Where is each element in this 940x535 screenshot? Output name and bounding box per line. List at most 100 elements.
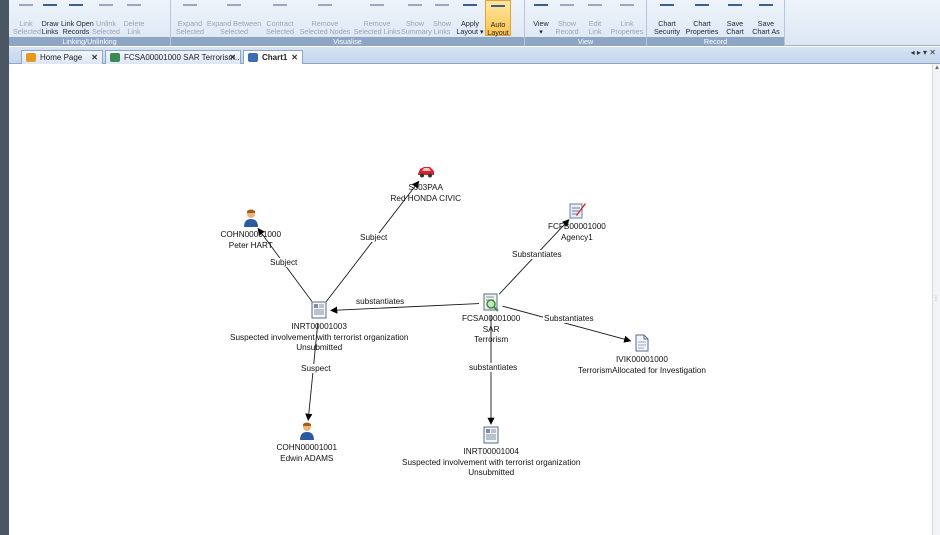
node-description: Unsubmitted: [468, 468, 515, 477]
ribbon-button-icon: [660, 0, 674, 6]
car-icon[interactable]: [416, 161, 436, 181]
ribbon-button-icon: [99, 0, 113, 6]
ribbon-button-save-chart-as[interactable]: Save Chart As: [749, 0, 783, 36]
chart-node-inrt1004[interactable]: INRT00001004 Suspected involvement with t…: [402, 425, 580, 479]
vertical-scrollbar[interactable]: ▲ ⁞: [932, 64, 940, 535]
ribbon-button-view[interactable]: View ▾: [529, 0, 553, 36]
node-reference: FCSA00001000: [462, 314, 521, 323]
ribbon-button-icon: [560, 0, 574, 6]
ribbon-button-icon: [183, 0, 197, 6]
ribbon-button-auto-layout[interactable]: Auto Layout: [485, 0, 511, 37]
tab-close-icon[interactable]: ✕: [91, 51, 98, 64]
ribbon-button-expand-between-selected[interactable]: Expand Between Selected: [205, 0, 263, 36]
ribbon-button-icon: [435, 0, 449, 6]
person-icon[interactable]: [297, 421, 317, 441]
report-icon[interactable]: [481, 425, 501, 445]
file-icon[interactable]: [632, 333, 652, 353]
ribbon-button-remove-selected-nodes[interactable]: Remove Selected Nodes: [297, 0, 353, 36]
link-label[interactable]: Substantiates: [543, 314, 595, 323]
ribbon-button-label: Show Links: [433, 19, 451, 36]
ribbon-button-label: Chart Properties: [685, 19, 719, 36]
chart-node-inrt1003[interactable]: INRT00001003 Suspected involvement with t…: [230, 300, 408, 354]
ribbon-button-edit-link[interactable]: Edit Link: [581, 0, 609, 36]
chart-node-ivik[interactable]: IVIK00001000 TerrorismAllocated for Inves…: [578, 333, 706, 376]
tab-close-icon[interactable]: ✕: [229, 51, 236, 64]
ribbon-button-expand-selected[interactable]: Expand Selected: [175, 0, 205, 36]
ribbon-button-icon: [408, 0, 422, 6]
node-reference: SJ03PAA: [408, 183, 443, 192]
scroll-up-icon[interactable]: ▲: [934, 65, 940, 71]
ribbon-button-show-summary[interactable]: Show Summary: [401, 0, 432, 36]
sar-icon[interactable]: [481, 292, 501, 312]
link-label[interactable]: Subject: [269, 258, 299, 267]
ribbon-button-save-chart[interactable]: Save Chart: [721, 0, 749, 36]
tab-navigation-controls[interactable]: ◂ ▸ ▾ ✕: [911, 48, 936, 57]
ribbon-button-link-selected[interactable]: Link Selected: [13, 0, 41, 36]
ribbon-button-unlink-selected[interactable]: Unlink Selected: [91, 0, 121, 36]
link-label[interactable]: Subject: [359, 233, 389, 242]
ribbon-button-icon: [43, 0, 57, 6]
chart-node-edwin[interactable]: COHN00001001 Edwin ADAMS: [277, 421, 337, 464]
ribbon-button-icon: [69, 0, 83, 6]
node-description: Suspected involvement with terrorist org…: [402, 457, 581, 467]
ribbon-button-chart-properties[interactable]: Chart Properties: [683, 0, 721, 36]
ribbon-button-label: Remove Selected Nodes: [299, 19, 351, 36]
scroll-grip-icon[interactable]: ⁞: [935, 296, 937, 303]
ribbon-button-apply-layout[interactable]: Apply Layout ▾: [455, 0, 485, 36]
tab-close-icon[interactable]: ✕: [291, 51, 298, 64]
ribbon-group-label: Record: [647, 37, 784, 46]
ribbon-button-contract-selected[interactable]: Contract Selected: [263, 0, 297, 36]
ribbon-group-linking-unlinking: Link Selected Draw Links Link Open Records…: [9, 0, 171, 46]
ribbon-button-label: Show Summary: [401, 19, 432, 36]
ribbon-button-link-properties[interactable]: Link Properties: [609, 0, 645, 36]
ribbon-button-icon: [273, 0, 287, 6]
person-icon[interactable]: [241, 208, 261, 228]
node-reference: INRT00001004: [463, 447, 519, 456]
link-label[interactable]: substantiates: [468, 363, 519, 372]
tab-chart1[interactable]: Chart1 ✕: [243, 50, 303, 64]
ribbon-button-remove-selected-links[interactable]: Remove Selected Links: [353, 0, 401, 36]
chart-node-fcsa[interactable]: FCSA00001000 SAR Terrorism: [462, 292, 520, 346]
ribbon-button-chart-security[interactable]: Chart Security: [651, 0, 683, 36]
link-label[interactable]: Suspect: [300, 364, 332, 373]
ribbon-button-icon: [759, 0, 773, 6]
node-description: Edwin ADAMS: [280, 453, 334, 463]
record-icon: [110, 53, 120, 62]
ribbon-button-label: Apply Layout ▾: [456, 19, 484, 36]
node-reference: FCFB00001000: [548, 222, 606, 231]
ribbon-button-draw-links[interactable]: Draw Links: [39, 0, 61, 36]
report-icon[interactable]: [309, 300, 329, 320]
ribbon-button-icon: [463, 0, 477, 6]
tab-label: Chart1: [262, 53, 288, 62]
ribbon-button-icon: [534, 0, 548, 6]
ribbon-button-label: Link Properties: [610, 19, 644, 36]
chart-node-peter[interactable]: COHN00001000 Peter HART: [220, 208, 282, 251]
ribbon-button-label: Unlink Selected: [92, 19, 120, 36]
ribbon-button-label: Link Selected: [13, 19, 41, 36]
ribbon-button-icon: [695, 0, 709, 6]
ribbon-button-icon: [127, 0, 141, 6]
node-description: TerrorismAllocated for Investigation: [578, 365, 706, 375]
ribbon-button-link-open-records[interactable]: Link Open Records: [61, 0, 94, 36]
chart-canvas[interactable]: Subject Subject substantiates Substantiates…: [9, 64, 932, 535]
ribbon-button-label: Edit Link: [588, 19, 602, 36]
node-reference: COHN00001000: [220, 230, 282, 239]
chart-node-agency[interactable]: FCFB00001000 Agency1: [548, 200, 606, 243]
tab-home-page[interactable]: Home Page ✕: [21, 50, 103, 64]
tab-fcsa00001000-sar-terrorism[interactable]: FCSA00001000 SAR Terrorism... ✕: [105, 50, 241, 64]
ribbon-button-label: View ▾: [533, 19, 549, 36]
ribbon-button-label: Save Chart As: [752, 19, 780, 36]
node-description: Terrorism: [474, 335, 509, 344]
chart-node-vehicle[interactable]: SJ03PAA Red HONDA CIVIC: [391, 161, 461, 204]
ribbon-button-label: Delete Link: [123, 19, 145, 36]
document-sign-icon[interactable]: [567, 200, 587, 220]
ribbon-button-icon: [370, 0, 384, 6]
ribbon-button-delete-link[interactable]: Delete Link: [121, 0, 147, 36]
ribbon-group-visualise: Expand Selected Expand Between Selected Co…: [171, 0, 525, 46]
ribbon-button-label: Draw Links: [41, 19, 59, 36]
home-icon: [26, 53, 36, 62]
link-label[interactable]: Substantiates: [511, 250, 563, 259]
ribbon-button-show-record[interactable]: Show Record: [553, 0, 581, 36]
ribbon-toolbar: Link Selected Draw Links Link Open Records…: [9, 0, 940, 46]
ribbon-button-show-links[interactable]: Show Links: [429, 0, 455, 36]
